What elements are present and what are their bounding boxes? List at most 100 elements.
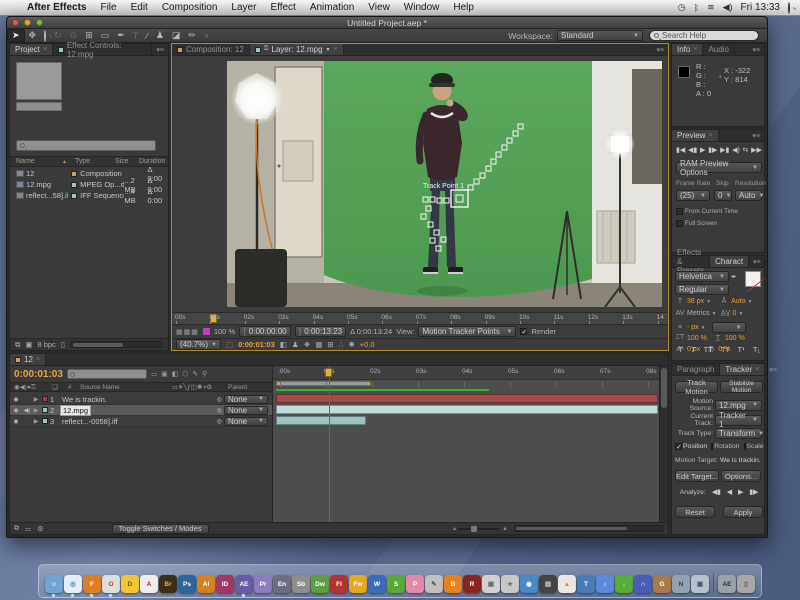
- interpret-footage-icon[interactable]: ⧉: [15, 340, 20, 350]
- dock-ae-document-icon[interactable]: AE: [718, 575, 736, 593]
- project-row-reflect...58].iff[interactable]: reflect...58].iff IFF Sequence ...4 MB Δ 0:…: [10, 187, 168, 205]
- toggle-switches-modes-button[interactable]: Toggle Switches / Modes: [111, 523, 209, 534]
- layer-name[interactable]: reflect...-0058].iff: [60, 417, 120, 426]
- panel-menu-icon[interactable]: ▾≡: [748, 44, 764, 55]
- track-motion-button[interactable]: Track Motion: [675, 378, 718, 396]
- layer-duration-bar[interactable]: [276, 416, 366, 425]
- eraser-tool-icon[interactable]: ◪: [168, 30, 185, 41]
- dock-acrobat-reader-icon[interactable]: A: [140, 575, 158, 593]
- pickwhip-icon[interactable]: ◎: [217, 396, 222, 403]
- next-frame-button[interactable]: ▮▶: [708, 146, 717, 154]
- tab-composition[interactable]: Composition: 12: [172, 44, 250, 55]
- tab-project[interactable]: Project ×: [10, 44, 53, 55]
- stabilize-motion-button[interactable]: Stabilize Motion: [720, 380, 763, 394]
- mask-tool-icon[interactable]: ▭: [97, 30, 114, 41]
- track-type-select[interactable]: Transform ▼: [715, 428, 764, 439]
- label-swatch[interactable]: [71, 170, 78, 177]
- parent-select[interactable]: None ▼: [224, 394, 268, 404]
- new-folder-icon[interactable]: ▣: [25, 340, 32, 349]
- layer-duration-bar[interactable]: [276, 405, 658, 414]
- dock-app-p-icon[interactable]: P: [406, 575, 424, 593]
- rotation-checkbox[interactable]: [711, 443, 714, 450]
- dock-books-app-icon[interactable]: R: [463, 575, 481, 593]
- analyze-forward-button[interactable]: ▶: [738, 488, 743, 496]
- exposure-icon[interactable]: ✺: [349, 340, 355, 349]
- clock-icon[interactable]: ◷: [678, 2, 686, 13]
- parent-select[interactable]: None ▼: [224, 405, 268, 415]
- dock-flash-icon[interactable]: Fl: [330, 575, 348, 593]
- tab-character[interactable]: Charact: [710, 256, 750, 267]
- prev-frame-button[interactable]: ◀▮: [688, 146, 697, 154]
- bpc-toggle[interactable]: 8 bpc: [37, 340, 55, 349]
- tab-preview[interactable]: Preview ×: [672, 130, 719, 141]
- pan-behind-tool-icon[interactable]: ⊞: [81, 30, 97, 41]
- brush-tool-icon[interactable]: ∕: [142, 31, 152, 41]
- dock-after-effects-icon[interactable]: AE: [235, 575, 253, 597]
- scale-checkbox[interactable]: [743, 443, 746, 450]
- font-size-value[interactable]: 36 px: [687, 298, 704, 305]
- dock-word-icon[interactable]: W: [368, 575, 386, 593]
- type-tool-icon[interactable]: T: [129, 31, 143, 41]
- exposure-value[interactable]: +0.0: [360, 340, 375, 349]
- dock-audio-app-icon[interactable]: ∩: [634, 575, 652, 593]
- dock-bridge-icon[interactable]: Br: [159, 575, 177, 593]
- menu-edit[interactable]: Edit: [124, 2, 155, 13]
- dock-fireworks-icon[interactable]: Fw: [349, 575, 367, 593]
- rotate-tool-icon[interactable]: ↻: [50, 30, 66, 41]
- panel-menu-icon[interactable]: ▾≡: [749, 256, 765, 267]
- pen-tool-icon[interactable]: ✒: [113, 30, 129, 41]
- last-frame-button[interactable]: ▶▮: [720, 146, 729, 154]
- dock-photos-app-icon[interactable]: ▣: [691, 575, 709, 593]
- tab-tracker[interactable]: Tracker ×: [720, 364, 766, 375]
- label-swatch[interactable]: [42, 396, 48, 402]
- viewer-time-ruler[interactable]: 00s 01s 02s 03s 04s 05s 06s 07s 08s 09s 10s 11s 12s 1…: [172, 312, 668, 324]
- zoom-tool-icon[interactable]: [40, 29, 50, 42]
- dock-vlc-icon[interactable]: ▲: [558, 575, 576, 593]
- panel-menu-icon[interactable]: ▾≡: [748, 130, 764, 141]
- stroke-width-value[interactable]: - px: [687, 324, 699, 331]
- hand-tool-icon[interactable]: ✥: [25, 30, 41, 41]
- transparency-grid-icon[interactable]: ▦▦▦: [176, 328, 199, 336]
- label-swatch[interactable]: [71, 181, 78, 188]
- faux-italic-button[interactable]: T: [691, 345, 696, 354]
- eye-icon[interactable]: ◉: [10, 407, 22, 414]
- workspace-select[interactable]: Standard ▼: [557, 30, 643, 41]
- expand-arrow-icon[interactable]: ▶: [32, 396, 40, 403]
- small-caps-button[interactable]: TT: [721, 345, 729, 354]
- dock-smc-icon[interactable]: S: [387, 575, 405, 593]
- first-frame-button[interactable]: ▮◀: [676, 146, 685, 154]
- expand-arrow-icon[interactable]: ▶: [32, 407, 40, 414]
- dock-dreamweaver-icon[interactable]: Dw: [311, 575, 329, 593]
- audio-button[interactable]: ◀): [732, 146, 740, 154]
- expand-layers-icon[interactable]: ⧉: [14, 525, 19, 533]
- tab-info[interactable]: Info ×: [672, 44, 704, 55]
- graph-editor-icon[interactable]: ⚏: [25, 525, 31, 533]
- reset-button[interactable]: Reset: [675, 506, 715, 518]
- color-swatch-icon[interactable]: [202, 328, 210, 335]
- dock-garageband-icon[interactable]: G: [653, 575, 671, 593]
- view-select[interactable]: Motion Tracker Points ▼: [418, 326, 517, 337]
- timeline-vscrollbar[interactable]: [659, 366, 668, 524]
- magnification-select[interactable]: (40.7%) ▼: [176, 339, 221, 350]
- loop-button[interactable]: ⇆: [743, 146, 749, 154]
- current-track-select[interactable]: Tracker 1 ▼: [715, 411, 762, 429]
- dock-encore-icon[interactable]: En: [273, 575, 291, 593]
- search-help-input[interactable]: Search Help: [649, 30, 759, 41]
- pickwhip-icon[interactable]: ◎: [217, 418, 222, 425]
- resolution-select[interactable]: Auto ▼: [735, 190, 764, 201]
- layer-name[interactable]: We is trackin.: [60, 395, 109, 404]
- menu-composition[interactable]: Composition: [155, 2, 225, 13]
- analyze-backward-button[interactable]: ◀: [727, 488, 732, 496]
- horizontal-scale-value[interactable]: 100 %: [725, 335, 745, 342]
- delete-icon[interactable]: ▯: [61, 340, 65, 349]
- dock-pencil-app-icon[interactable]: ✎: [425, 575, 443, 593]
- roto-brush-tool-icon[interactable]: ✏: [184, 30, 200, 41]
- menu-window[interactable]: Window: [397, 2, 447, 13]
- subscript-button[interactable]: T₁: [753, 345, 760, 354]
- timeline-column-headers[interactable]: ◉◀)●⚿ ❏ # Source Name ⚏✶╲ƒ◫✺◑⚙ Parent: [10, 382, 272, 392]
- label-swatch[interactable]: [42, 407, 48, 413]
- resolution-icon[interactable]: ▦: [315, 340, 322, 349]
- all-caps-button[interactable]: TT: [704, 345, 713, 354]
- panel-menu-icon[interactable]: ▾≡: [152, 44, 168, 55]
- options-button[interactable]: Options...: [721, 470, 761, 482]
